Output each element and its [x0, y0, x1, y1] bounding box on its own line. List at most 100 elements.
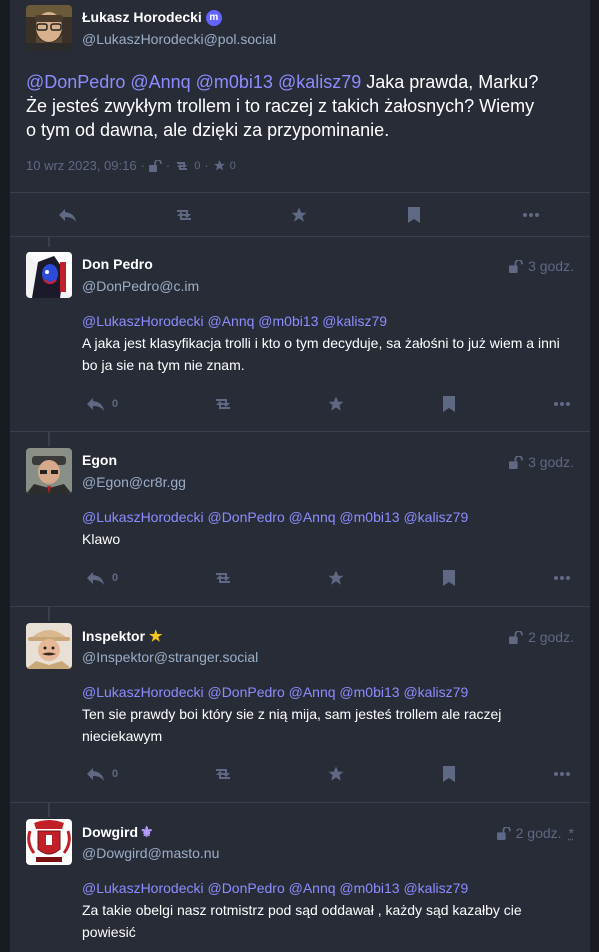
favourite-count: 0 — [229, 159, 236, 172]
more-button[interactable] — [554, 382, 570, 426]
mentions-link[interactable]: @LukaszHorodecki @DonPedro @Annq @m0bi13… — [82, 509, 468, 525]
unlock-icon — [496, 826, 511, 840]
more-button[interactable] — [554, 752, 570, 796]
favourite-button[interactable] — [327, 382, 345, 426]
bookmark-button[interactable] — [443, 752, 455, 796]
action-bar — [10, 192, 590, 237]
status-time[interactable]: 3 godz. — [509, 454, 574, 470]
reply-button[interactable] — [58, 193, 78, 237]
bookmark-icon — [443, 766, 455, 782]
avatar[interactable] — [26, 819, 72, 865]
mentions-link[interactable]: @LukaszHorodecki @DonPedro @Annq @m0bi13… — [82, 880, 468, 896]
star-icon — [291, 207, 307, 222]
bookmark-button[interactable] — [408, 193, 420, 237]
bookmark-button[interactable] — [443, 382, 455, 426]
ellipsis-icon — [554, 402, 570, 406]
status-time[interactable]: 2 godz. — [509, 629, 574, 645]
reply-status[interactable]: Egon @Egon@cr8r.gg 3 godz. @LukaszHorode… — [10, 432, 590, 607]
account-handle[interactable]: @Dowgird@masto.nu — [82, 845, 219, 861]
boost-icon — [216, 769, 230, 779]
meta-separator: · — [140, 158, 145, 173]
reply-status[interactable]: Dowgird ⚜ @Dowgird@masto.nu 2 godz. * @Lu… — [10, 803, 590, 952]
ellipsis-icon — [523, 213, 539, 217]
display-name-text: Dowgird — [82, 824, 138, 840]
reply-count: 0 — [112, 398, 119, 410]
time-label: 3 godz. — [528, 454, 574, 470]
mastodon-icon: m — [205, 10, 222, 27]
bookmark-icon — [443, 570, 455, 586]
boost-button[interactable] — [212, 556, 234, 600]
action-bar: 0 — [10, 556, 590, 600]
display-name[interactable]: Egon — [82, 452, 117, 468]
display-name[interactable]: Łukasz Horodecki m — [82, 9, 222, 27]
thread-line — [48, 803, 50, 817]
action-bar: 0 — [10, 752, 590, 796]
ellipsis-icon — [554, 772, 570, 776]
boost-button[interactable] — [212, 752, 234, 796]
mentions-link[interactable]: @LukaszHorodecki @Annq @m0bi13 @kalisz79 — [82, 313, 387, 329]
reply-button[interactable]: 0 — [86, 752, 118, 796]
status-text: A jaka jest klasyfikacja trolli i kto o … — [82, 335, 560, 373]
favourite-button[interactable] — [327, 556, 345, 600]
edited-marker[interactable]: * — [569, 825, 574, 841]
thread-line — [48, 237, 50, 247]
display-name[interactable]: Don Pedro — [82, 256, 153, 272]
unlock-icon — [509, 259, 523, 273]
reply-count: 0 — [112, 768, 119, 780]
avatar[interactable] — [26, 623, 72, 669]
favourite-button[interactable] — [290, 193, 308, 237]
mentions-link[interactable]: @DonPedro @Annq @m0bi13 @kalisz79 — [26, 72, 361, 92]
avatar[interactable] — [26, 252, 72, 298]
status-text-line: o tym od dawna, ale dzięki za przypomina… — [26, 120, 390, 140]
bookmark-icon — [443, 396, 455, 412]
reply-status[interactable]: Don Pedro @DonPedro@c.im 3 godz. @Lukasz… — [10, 237, 590, 432]
star-icon — [328, 570, 344, 585]
avatar[interactable] — [26, 448, 72, 494]
status-meta: 10 wrz 2023, 09:16 · · 0 · 0 — [26, 158, 236, 173]
reply-button[interactable]: 0 — [86, 556, 118, 600]
more-button[interactable] — [554, 556, 570, 600]
reply-button[interactable]: 0 — [86, 382, 118, 426]
favourite-button[interactable] — [327, 752, 345, 796]
boost-icon — [216, 399, 230, 409]
more-button[interactable] — [523, 193, 539, 237]
display-name[interactable]: Dowgird ⚜ — [82, 823, 153, 841]
bookmark-icon — [408, 207, 420, 223]
status-text: Za takie obelgi nasz rotmistrz pod sąd o… — [82, 902, 522, 940]
account-handle[interactable]: @DonPedro@c.im — [82, 278, 199, 294]
star-icon — [328, 396, 344, 411]
reply-all-icon — [87, 572, 104, 585]
bookmark-button[interactable] — [443, 556, 455, 600]
fleur-de-lis-icon: ⚜ — [140, 824, 154, 841]
account-handle[interactable]: @Egon@cr8r.gg — [82, 474, 186, 490]
account-handle[interactable]: @LukaszHorodecki@pol.social — [82, 31, 276, 47]
boost-icon — [216, 573, 230, 583]
star-icon — [213, 160, 225, 171]
boost-count: 0 — [194, 159, 201, 172]
reply-all-icon — [87, 398, 104, 411]
star-badge-icon: ★ — [149, 628, 163, 645]
time-label: 2 godz. — [515, 825, 562, 841]
display-name[interactable]: Inspektor ★ — [82, 627, 162, 645]
star-icon — [328, 766, 344, 781]
reply-status[interactable]: Inspektor ★ @Inspektor@stranger.social 2 … — [10, 607, 590, 803]
unlock-icon — [509, 630, 523, 644]
status-time[interactable]: 3 godz. — [509, 258, 574, 274]
status-date[interactable]: 10 wrz 2023, 09:16 — [26, 158, 137, 173]
status-text-line: Jaka prawda, Marku? — [361, 72, 539, 92]
reply-count: 0 — [112, 572, 119, 584]
display-name-text: Łukasz Horodecki — [82, 9, 202, 25]
boost-button[interactable] — [212, 382, 234, 426]
status-text: Ten sie prawdy boi który sie z nią mija,… — [82, 706, 502, 744]
time-label: 2 godz. — [528, 629, 574, 645]
status-text: Klawo — [82, 531, 121, 547]
reply-all-icon — [87, 768, 104, 781]
unlock-icon — [148, 159, 162, 172]
mentions-link[interactable]: @LukaszHorodecki @DonPedro @Annq @m0bi13… — [82, 684, 468, 700]
display-name-text: Inspektor — [82, 628, 146, 644]
status-time[interactable]: 2 godz. * — [496, 825, 574, 841]
boost-button[interactable] — [173, 193, 195, 237]
account-handle[interactable]: @Inspektor@stranger.social — [82, 649, 258, 665]
avatar[interactable] — [26, 5, 72, 51]
meta-separator: · — [165, 158, 171, 173]
